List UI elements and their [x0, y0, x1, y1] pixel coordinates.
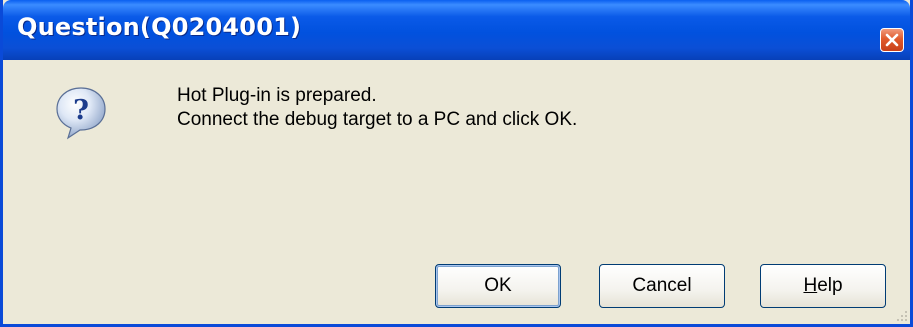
window-title: Question(Q0204001)	[17, 13, 302, 41]
message-line-1: Hot Plug-in is prepared.	[177, 85, 377, 106]
close-button[interactable]	[880, 28, 904, 52]
help-label: elp	[817, 275, 843, 296]
ok-button[interactable]: OK	[435, 264, 561, 308]
help-button[interactable]: Help	[760, 264, 886, 308]
question-dialog: Question(Q0204001) ? Hot Plug-in is prep…	[0, 0, 913, 327]
svg-text:?: ?	[73, 95, 89, 126]
help-mnemonic: H	[803, 275, 818, 296]
dialog-message: Hot Plug-in is prepared. Connect the deb…	[177, 84, 577, 132]
resize-grip-icon[interactable]	[896, 310, 908, 322]
title-bar[interactable]: Question(Q0204001)	[3, 0, 910, 60]
close-icon	[885, 33, 899, 47]
question-icon: ?	[56, 87, 106, 140]
cancel-button[interactable]: Cancel	[599, 264, 725, 308]
message-line-2: Connect the debug target to a PC and cli…	[177, 109, 578, 130]
